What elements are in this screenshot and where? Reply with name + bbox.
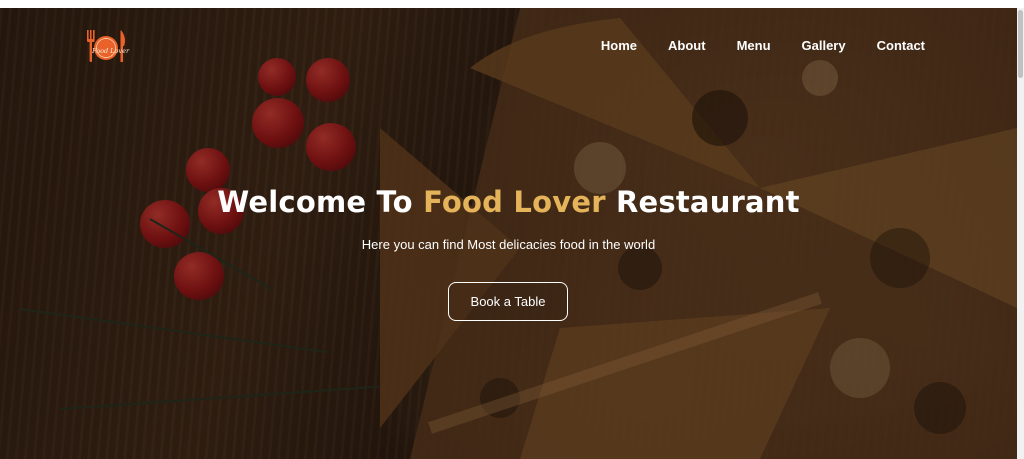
book-table-button[interactable]: Book a Table (448, 282, 568, 321)
scrollbar-thumb[interactable] (1018, 10, 1023, 78)
hero-subtitle: Here you can find Most delicacies food i… (361, 237, 656, 252)
hero-title-accent: Food Lover (423, 185, 606, 219)
hero-section: Welcome To Food Lover Restaurant Here yo… (0, 8, 1017, 459)
hero-title-prefix: Welcome To (217, 185, 424, 219)
scrollbar[interactable] (1017, 8, 1024, 459)
hero-title-suffix: Restaurant (605, 185, 800, 219)
hero-title: Welcome To Food Lover Restaurant (0, 185, 1017, 219)
